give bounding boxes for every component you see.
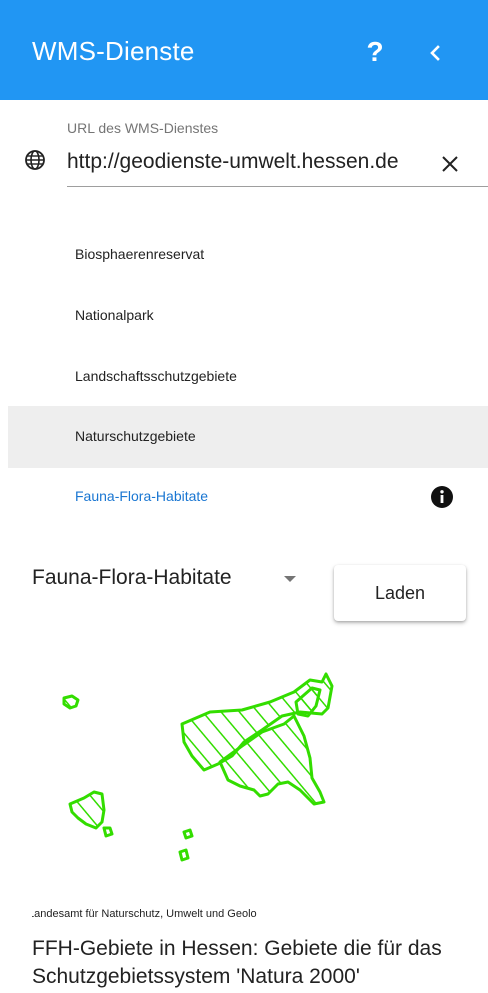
layer-select-value: Fauna-Flora-Habitate: [32, 566, 232, 589]
layer-item-biosphaerenreservat[interactable]: Biosphaerenreservat: [8, 224, 488, 286]
globe-icon: [25, 150, 45, 170]
back-button[interactable]: [420, 32, 450, 72]
layer-item-fauna-flora-habitate[interactable]: Fauna-Flora-Habitate: [8, 466, 488, 528]
dropdown-arrow-icon: [284, 576, 296, 582]
layer-select[interactable]: Fauna-Flora-Habitate: [32, 562, 312, 598]
url-input-underline: [67, 186, 488, 187]
app-header: WMS-Dienste ?: [0, 0, 488, 100]
preview-attribution: Landesamt für Naturschutz, Umwelt und Ge…: [32, 908, 257, 920]
layer-item-landschaftsschutzgebiete[interactable]: Landschaftsschutzgebiete: [8, 346, 488, 408]
chevron-left-icon: [430, 45, 440, 61]
layer-item-label: Biosphaerenreservat: [75, 246, 205, 262]
page-title: WMS-Dienste: [32, 36, 195, 66]
ffh-area-polygons: [62, 672, 334, 862]
layer-item-label: Fauna-Flora-Habitate: [75, 488, 209, 504]
layer-item-label: Nationalpark: [75, 307, 154, 323]
layer-item-label: Landschaftsschutzgebiete: [75, 368, 237, 384]
wms-url-input[interactable]: [67, 140, 415, 184]
close-icon: [442, 156, 458, 172]
layer-description: FFH-Gebiete in Hessen: Gebiete die für d…: [32, 937, 442, 988]
layer-item-naturschutzgebiete[interactable]: Naturschutzgebiete: [8, 406, 488, 468]
layer-item-label: Naturschutzgebiete: [75, 428, 196, 444]
help-button[interactable]: ?: [360, 32, 390, 72]
clear-url-button[interactable]: [438, 152, 462, 176]
layer-item-nationalpark[interactable]: Nationalpark: [8, 285, 488, 347]
info-icon[interactable]: [430, 485, 454, 509]
url-field-label: URL des WMS-Dienstes: [67, 120, 219, 136]
layer-preview-map: [62, 672, 334, 862]
load-button[interactable]: Laden: [334, 565, 466, 621]
